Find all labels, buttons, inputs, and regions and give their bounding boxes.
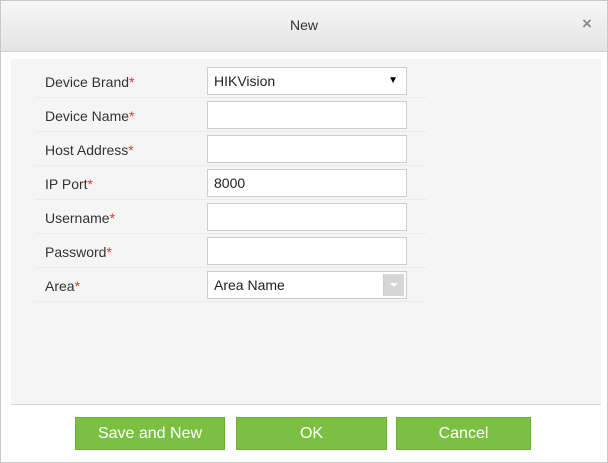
chevron-down-icon: ▼ xyxy=(388,75,398,86)
area-label: Area* xyxy=(45,278,81,294)
form-area: Device Brand* HIKVision ▼ Device Name* H… xyxy=(11,59,601,404)
required-mark: * xyxy=(129,74,135,90)
area-combobox[interactable]: Area Name xyxy=(207,271,407,299)
ip-port-field[interactable]: 8000 xyxy=(207,169,407,197)
new-device-dialog: New × Device Brand* HIKVision ▼ Device N… xyxy=(0,0,608,463)
row-area: Area* Area Name xyxy=(35,269,427,302)
required-mark: * xyxy=(129,108,135,124)
ok-button[interactable]: OK xyxy=(236,417,387,450)
ip-port-label: IP Port* xyxy=(45,176,93,192)
required-mark: * xyxy=(87,176,93,192)
save-and-new-button[interactable]: Save and New xyxy=(75,417,225,450)
dialog-title: New xyxy=(289,17,318,33)
required-mark: * xyxy=(74,278,81,294)
required-mark: * xyxy=(109,210,116,226)
row-device-brand: Device Brand* HIKVision ▼ xyxy=(35,65,427,98)
row-device-name: Device Name* xyxy=(35,99,427,132)
required-mark: * xyxy=(128,142,134,158)
host-address-label: Host Address* xyxy=(45,142,134,158)
device-brand-value: HIKVision xyxy=(214,73,276,89)
row-ip-port: IP Port* 8000 xyxy=(35,167,427,200)
username-field[interactable] xyxy=(207,203,407,231)
device-name-label: Device Name* xyxy=(45,108,135,124)
required-mark: * xyxy=(106,244,112,260)
row-host-address: Host Address* xyxy=(35,133,427,166)
dropdown-arrow-icon[interactable] xyxy=(383,274,404,296)
dialog-titlebar: New × xyxy=(1,1,607,52)
device-brand-select[interactable]: HIKVision ▼ xyxy=(207,67,407,95)
host-address-field[interactable] xyxy=(207,135,407,163)
username-label: Username* xyxy=(45,210,116,226)
dialog-footer: Save and New OK Cancel xyxy=(11,405,601,460)
row-username: Username* xyxy=(35,201,427,234)
cancel-button[interactable]: Cancel xyxy=(396,417,531,450)
password-label: Password* xyxy=(45,244,112,260)
device-brand-label: Device Brand* xyxy=(45,74,135,90)
close-icon[interactable]: × xyxy=(577,14,597,34)
device-name-field[interactable] xyxy=(207,101,407,129)
row-password: Password* xyxy=(35,235,427,268)
password-field[interactable] xyxy=(207,237,407,265)
area-value: Area Name xyxy=(214,277,285,293)
